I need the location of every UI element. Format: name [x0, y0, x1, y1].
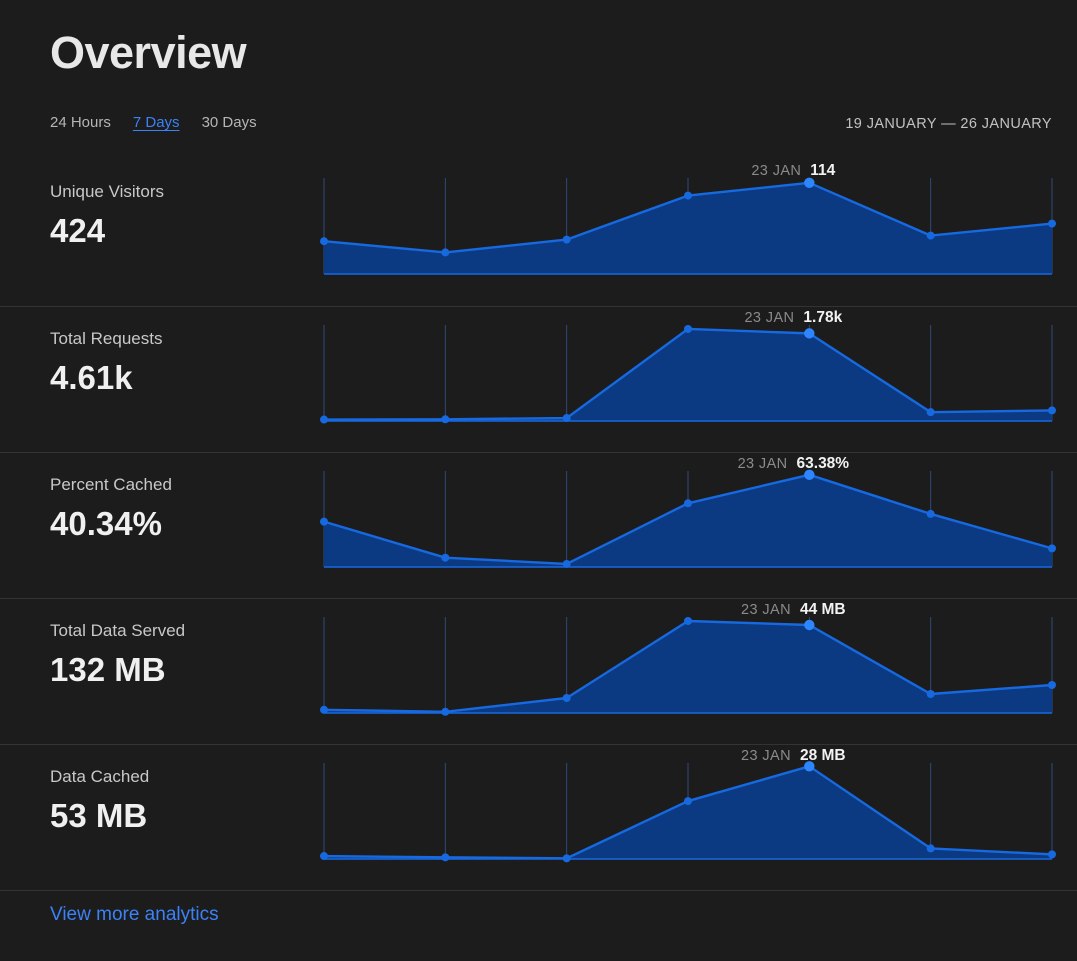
chart-point[interactable]: [684, 797, 692, 806]
chart-point[interactable]: [320, 705, 328, 714]
area-chart-svg: [320, 469, 1056, 568]
metric-info: Percent Cached 40.34%: [50, 475, 300, 543]
chart-point-highlighted[interactable]: [804, 328, 815, 339]
area-chart-svg: [320, 617, 1056, 716]
chart-point[interactable]: [441, 248, 450, 257]
metric-row: Total Requests 4.61k 23 JAN 1.78k: [0, 306, 1077, 452]
metric-info: Total Data Served 132 MB: [50, 621, 300, 689]
chart-point[interactable]: [320, 852, 328, 861]
metric-value: 40.34%: [50, 505, 162, 543]
metric-row: Data Cached 53 MB 23 JAN 28 MB: [0, 744, 1077, 890]
chart-point[interactable]: [684, 191, 692, 200]
metric-value: 53 MB: [50, 797, 148, 835]
chart-point[interactable]: [562, 559, 571, 568]
page-title: Overview: [50, 27, 247, 78]
chart-point[interactable]: [441, 853, 450, 862]
chart-point[interactable]: [926, 509, 935, 518]
metric-info: Total Requests 4.61k: [50, 329, 300, 397]
chart-point[interactable]: [441, 553, 450, 562]
analytics-overview-page: Overview 24 Hours 7 Days 30 Days 19 JANU…: [0, 0, 1077, 961]
metric-value: 424: [50, 212, 106, 250]
chart-point[interactable]: [684, 324, 692, 333]
chart-point[interactable]: [441, 707, 450, 716]
metric-chart[interactable]: 23 JAN 1.78k: [310, 307, 1070, 453]
metric-chart[interactable]: 23 JAN 28 MB: [310, 745, 1070, 891]
metric-chart[interactable]: 23 JAN 114: [310, 160, 1070, 306]
chart-point[interactable]: [926, 408, 935, 417]
chart-point[interactable]: [562, 235, 571, 244]
chart-point[interactable]: [320, 237, 328, 246]
metric-label: Data Cached: [50, 767, 150, 786]
chart-point[interactable]: [1048, 406, 1056, 415]
metric-chart[interactable]: 23 JAN 63.38%: [310, 453, 1070, 599]
chart-point[interactable]: [1048, 219, 1056, 228]
time-range-tabs: 24 Hours 7 Days 30 Days: [50, 114, 257, 133]
chart-point-highlighted[interactable]: [804, 619, 815, 631]
tab-7-days[interactable]: 7 Days: [133, 114, 180, 133]
metric-value: 132 MB: [50, 651, 166, 689]
chart-point[interactable]: [320, 415, 328, 424]
area-chart-svg: [320, 761, 1056, 863]
metric-label: Percent Cached: [50, 475, 172, 494]
chart-point[interactable]: [1048, 681, 1056, 689]
area-chart-svg: [320, 177, 1056, 275]
chart-point[interactable]: [562, 414, 571, 423]
chart-point[interactable]: [926, 690, 935, 698]
metric-info: Unique Visitors 424: [50, 182, 300, 250]
chart-point[interactable]: [441, 415, 450, 424]
metric-rows: Unique Visitors 424 23 JAN 114 Total Request…: [0, 160, 1077, 890]
chart-point[interactable]: [926, 231, 935, 240]
chart-point[interactable]: [562, 694, 571, 702]
view-more-analytics-link[interactable]: View more analytics: [50, 904, 219, 926]
metric-label: Total Data Served: [50, 621, 186, 640]
chart-point[interactable]: [684, 617, 692, 625]
tab-24-hours[interactable]: 24 Hours: [50, 114, 111, 133]
metric-label: Unique Visitors: [50, 182, 165, 201]
chart-point[interactable]: [926, 844, 935, 853]
chart-point[interactable]: [320, 517, 328, 526]
metric-chart[interactable]: 23 JAN 44 MB: [310, 599, 1070, 745]
date-range-label: 19 JANUARY — 26 JANUARY: [845, 116, 1052, 132]
chart-point-highlighted[interactable]: [804, 761, 815, 772]
chart-point[interactable]: [562, 854, 571, 863]
footer: View more analytics: [0, 890, 1077, 925]
metric-info: Data Cached 53 MB: [50, 767, 300, 835]
chart-point-highlighted[interactable]: [804, 469, 815, 481]
metric-value: 4.61k: [50, 359, 133, 397]
chart-area-fill: [324, 328, 1052, 421]
chart-area-fill: [324, 621, 1052, 713]
metric-row: Unique Visitors 424 23 JAN 114: [0, 160, 1077, 306]
metric-row: Percent Cached 40.34% 23 JAN 63.38%: [0, 452, 1077, 598]
metric-label: Total Requests: [50, 329, 163, 348]
chart-point[interactable]: [1048, 544, 1056, 553]
chart-point-highlighted[interactable]: [804, 177, 815, 188]
tab-30-days[interactable]: 30 Days: [202, 114, 257, 133]
area-chart-svg: [320, 324, 1056, 424]
chart-point[interactable]: [1048, 850, 1056, 859]
chart-point[interactable]: [684, 499, 692, 508]
metric-row: Total Data Served 132 MB 23 JAN 44 MB: [0, 598, 1077, 744]
